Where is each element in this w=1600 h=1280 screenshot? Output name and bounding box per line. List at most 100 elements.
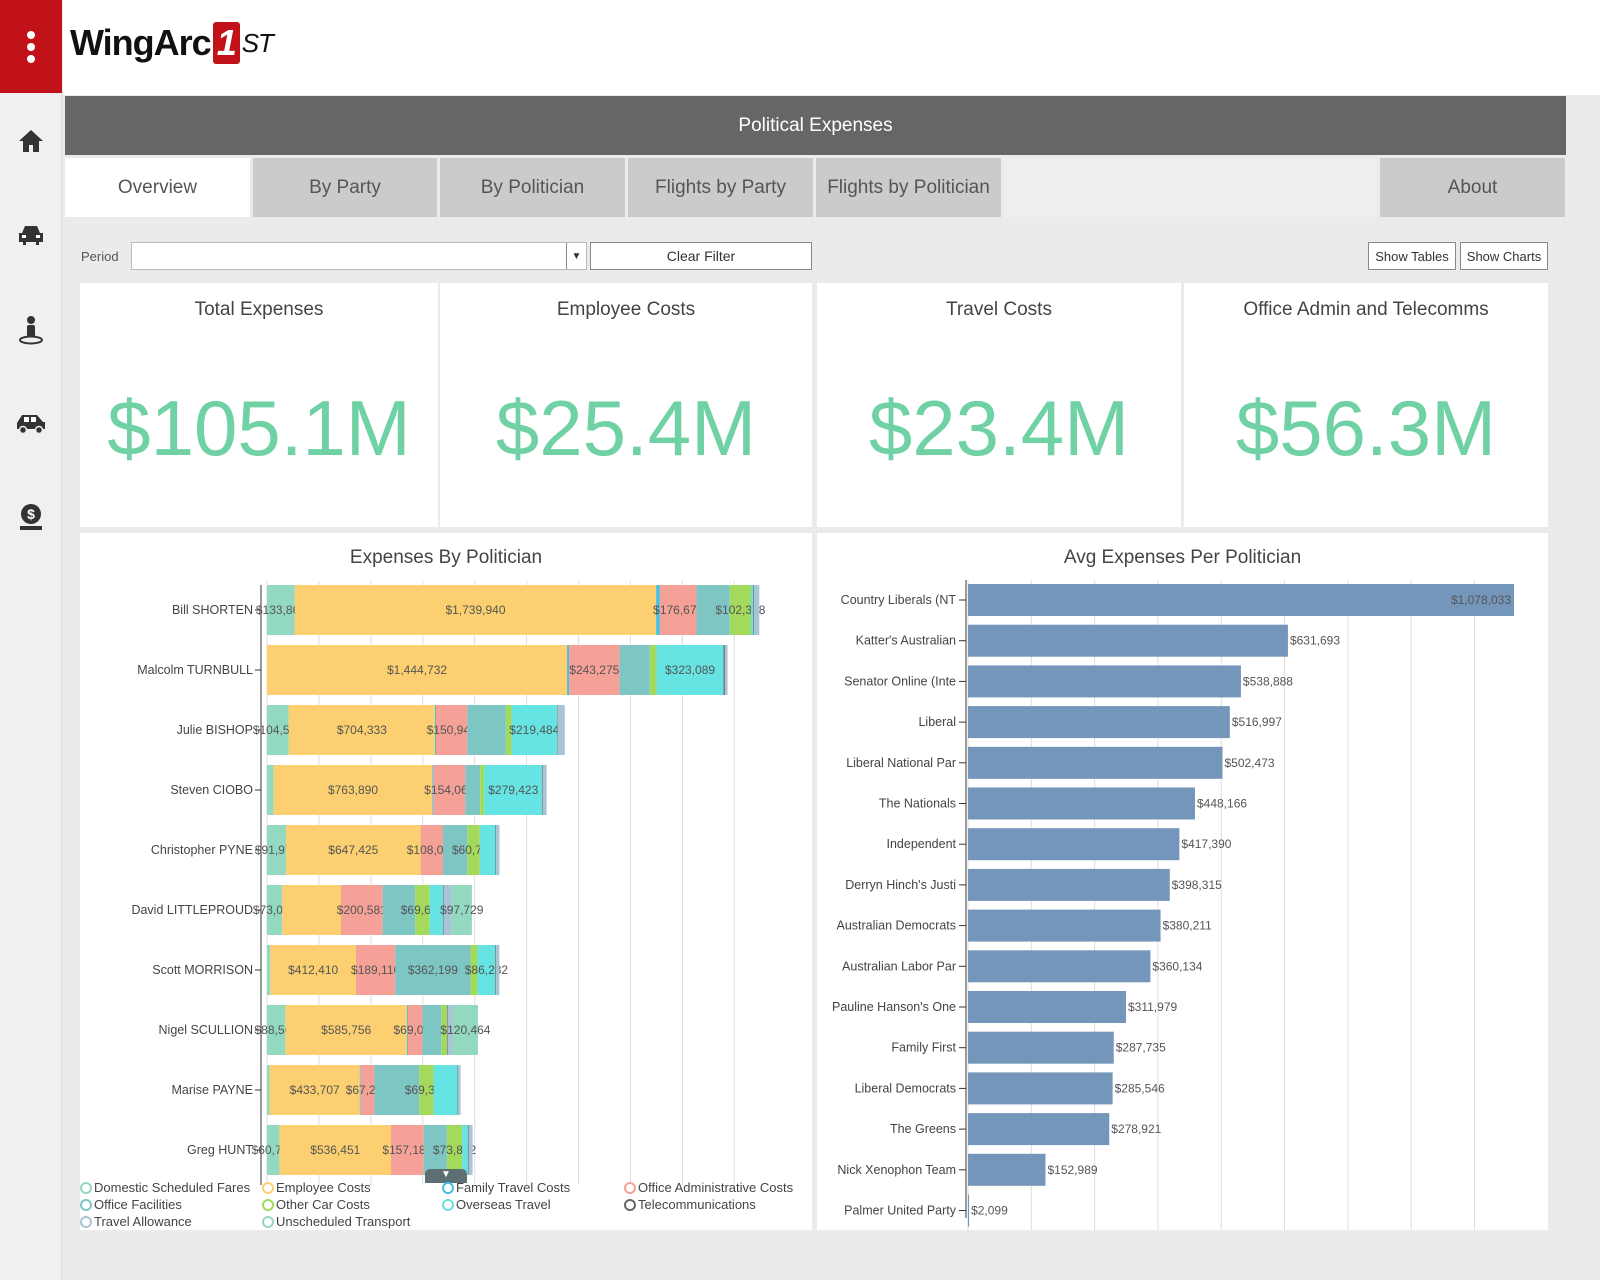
legend-marker-icon bbox=[624, 1198, 636, 1211]
legend-label: Telecommunications bbox=[638, 1197, 756, 1212]
data-label: $86,282 bbox=[465, 963, 509, 977]
tab-flights-by-politician[interactable]: Flights by Politician bbox=[816, 158, 1001, 217]
y-tick-label: Derryn Hinch's Justi bbox=[845, 878, 956, 892]
y-tick-label: Malcolm TURNBULL bbox=[137, 663, 253, 677]
logo-mark: 1 bbox=[212, 22, 240, 64]
bar-segment bbox=[480, 765, 485, 815]
svg-text:$: $ bbox=[27, 506, 35, 522]
data-label: $120,464 bbox=[440, 1023, 490, 1037]
kpi-value: $25.4M bbox=[495, 384, 757, 472]
legend-label: Unscheduled Transport bbox=[276, 1214, 411, 1229]
data-label: $278,921 bbox=[1111, 1122, 1161, 1136]
legend-item[interactable]: Telecommunications bbox=[624, 1197, 756, 1212]
data-label: $279,423 bbox=[488, 783, 538, 797]
bar bbox=[968, 868, 1170, 901]
bar bbox=[968, 991, 1127, 1023]
tab-overview[interactable]: Overview bbox=[65, 158, 250, 217]
tab-about[interactable]: About bbox=[1380, 158, 1565, 217]
bar-segment bbox=[282, 885, 341, 935]
money-bag-icon[interactable]: $ bbox=[0, 492, 62, 542]
bar bbox=[968, 624, 1288, 657]
bar-segment bbox=[649, 645, 657, 695]
y-tick-label: Greg HUNT bbox=[187, 1143, 253, 1157]
legend-item[interactable]: Office Facilities bbox=[80, 1197, 182, 1212]
y-tick-label: Nick Xenophon Team bbox=[837, 1163, 956, 1177]
kpi-value: $23.4M bbox=[868, 384, 1130, 472]
y-tick-label: Nigel SCULLION bbox=[159, 1023, 253, 1037]
bar bbox=[968, 1153, 1046, 1186]
legend-item[interactable]: Family Travel Costs bbox=[442, 1180, 570, 1195]
legend-label: Domestic Scheduled Fares bbox=[94, 1180, 251, 1195]
data-label: $380,211 bbox=[1163, 919, 1212, 933]
tab-by-politician[interactable]: By Politician bbox=[440, 158, 625, 217]
y-tick-label: Liberal National Par bbox=[846, 756, 956, 770]
data-label: $362,199 bbox=[408, 963, 458, 977]
legend-item[interactable]: Travel Allowance bbox=[80, 1214, 192, 1229]
legend-item[interactable]: Employee Costs bbox=[262, 1180, 371, 1195]
car-front-icon[interactable] bbox=[0, 210, 62, 260]
bar-segment bbox=[467, 1125, 469, 1175]
menu-button[interactable] bbox=[0, 0, 62, 93]
car-side-icon[interactable] bbox=[0, 398, 62, 448]
legend-label: Employee Costs bbox=[276, 1180, 371, 1195]
data-label: $417,390 bbox=[1181, 837, 1231, 851]
clear-filter-button[interactable]: Clear Filter bbox=[590, 242, 812, 270]
y-tick-label: The Nationals bbox=[879, 797, 956, 811]
y-tick-label: Marise PAYNE bbox=[171, 1083, 253, 1097]
kpi-office-admin: Office Admin and Telecomms $56.3M bbox=[1184, 283, 1548, 527]
legend-marker-icon bbox=[80, 1198, 92, 1211]
kpi-title: Travel Costs bbox=[946, 299, 1052, 320]
tab-by-party[interactable]: By Party bbox=[253, 158, 437, 217]
expenses-by-politician-panel: Expenses By Politician Bill SHORTEN $133,… bbox=[80, 533, 812, 1230]
data-label: $516,997 bbox=[1232, 715, 1282, 729]
y-tick-label: Independent bbox=[886, 837, 956, 851]
tab-spacer bbox=[1004, 158, 1377, 217]
period-label: Period bbox=[81, 249, 119, 264]
bar-segment bbox=[542, 765, 547, 815]
dropdown-arrow-icon[interactable]: ▼ bbox=[566, 243, 586, 269]
y-tick-label: The Greens bbox=[890, 1122, 956, 1136]
y-tick-label: David LITTLEPROUD bbox=[131, 903, 253, 917]
bar-segment bbox=[723, 645, 725, 695]
bar-segment bbox=[495, 825, 497, 875]
data-label: $763,890 bbox=[328, 783, 378, 797]
bar bbox=[968, 746, 1223, 779]
legend-item[interactable]: Domestic Scheduled Fares bbox=[80, 1180, 250, 1195]
data-label: $631,693 bbox=[1290, 634, 1340, 648]
bar bbox=[968, 1072, 1113, 1105]
data-label: $1,078,033 bbox=[1451, 593, 1511, 607]
data-label: $538,888 bbox=[1243, 674, 1293, 688]
logo-text: WingArc bbox=[70, 22, 212, 63]
y-tick-label: Australian Democrats bbox=[837, 919, 957, 933]
bar-segment bbox=[465, 765, 481, 815]
bar bbox=[968, 584, 1515, 616]
legend-marker-icon bbox=[624, 1181, 636, 1194]
avg-expenses-chart: Country Liberals (NT $1,078,033 Katter's A… bbox=[832, 580, 1515, 1230]
data-label: $176,671 bbox=[653, 603, 703, 617]
bar-segment bbox=[557, 705, 565, 755]
y-tick-label: Liberal bbox=[918, 715, 956, 729]
y-tick-label: Christopher PYNE bbox=[151, 843, 253, 857]
home-icon[interactable] bbox=[0, 116, 62, 166]
bar-segment bbox=[457, 1065, 459, 1115]
bar bbox=[968, 665, 1241, 698]
bar-segment bbox=[458, 1065, 461, 1115]
bar-segment bbox=[267, 1065, 270, 1115]
kpi-travel-costs: Travel Costs $23.4M bbox=[817, 283, 1181, 527]
bar-segment bbox=[479, 825, 496, 875]
show-tables-button[interactable]: Show Tables bbox=[1368, 242, 1456, 270]
legend-item[interactable]: Office Administrative Costs bbox=[624, 1180, 793, 1195]
avg-expenses-panel: Avg Expenses Per Politician Country Libe… bbox=[817, 533, 1548, 1230]
legend-marker-icon bbox=[262, 1215, 274, 1228]
tab-flights-by-party[interactable]: Flights by Party bbox=[628, 158, 813, 217]
legend-item[interactable]: Overseas Travel bbox=[442, 1197, 551, 1212]
bar bbox=[968, 828, 1180, 861]
person-location-icon[interactable] bbox=[0, 305, 62, 355]
show-charts-button[interactable]: Show Charts bbox=[1460, 242, 1548, 270]
bar-segment bbox=[724, 645, 728, 695]
legend-item[interactable]: Unscheduled Transport bbox=[262, 1214, 410, 1229]
logo-suffix: ST bbox=[241, 27, 274, 58]
legend-item[interactable]: Other Car Costs bbox=[262, 1197, 370, 1212]
period-select[interactable]: ▼ bbox=[131, 242, 587, 270]
data-label: $152,989 bbox=[1047, 1163, 1097, 1177]
